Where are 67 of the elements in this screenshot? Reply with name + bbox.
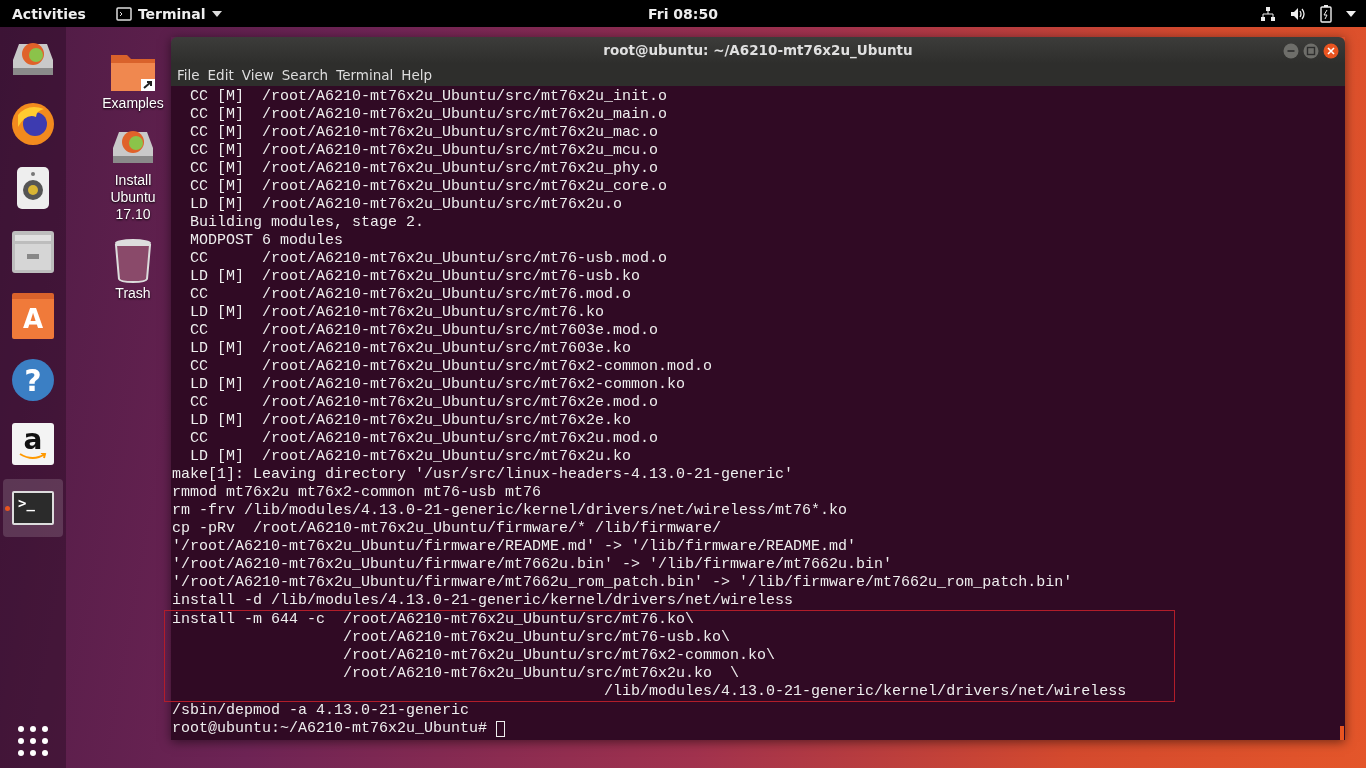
app-grid-icon[interactable] bbox=[18, 726, 48, 756]
file-cabinet-icon[interactable] bbox=[11, 230, 55, 274]
menu-item[interactable]: Help bbox=[399, 66, 439, 83]
shell-prompt: root@ubuntu:~/A6210-mt76x2u_Ubuntu# bbox=[172, 720, 488, 738]
desktop-icon-label[interactable]: Trash bbox=[115, 285, 151, 302]
terminal-line: CC [M] /root/A6210-mt76x2u_Ubuntu/src/mt76x2u_mac.o bbox=[189, 124, 660, 142]
caret-icon[interactable] bbox=[1346, 10, 1356, 17]
terminal-line: CC /root/A6210-mt76x2u_Ubuntu/src/mt7603e.mod.o bbox=[189, 322, 660, 340]
desktop-icon-label[interactable]: Examples bbox=[102, 95, 164, 112]
terminal-line: '/root/A6210-mt76x2u_Ubuntu/firmware/mt7662u_rom_patch.bin' -> '/lib/firmware/mt7662u_rom_patch.bin' bbox=[172, 574, 1074, 592]
terminal-line: '/root/A6210-mt76x2u_Ubuntu/firmware/mt7662u.bin' -> '/lib/firmware/mt7662u.bin' bbox=[172, 556, 894, 574]
network-icon[interactable] bbox=[1260, 5, 1276, 22]
terminal-line: make[1]: Leaving directory '/usr/src/linux-headers-4.13.0-21-generic' bbox=[172, 466, 795, 484]
terminal-line: /root/A6210-mt76x2u_Ubuntu/src/mt76-usb.ko\ bbox=[342, 629, 732, 647]
terminal-line: CC [M] /root/A6210-mt76x2u_Ubuntu/src/mt76x2u_core.o bbox=[189, 178, 669, 196]
app-menu[interactable]: Terminal bbox=[115, 5, 222, 22]
terminal-line: LD [M] /root/A6210-mt76x2u_Ubuntu/src/mt76x2e.ko bbox=[189, 412, 633, 430]
close-button[interactable] bbox=[1323, 43, 1339, 59]
terminal-line: '/root/A6210-mt76x2u_Ubuntu/firmware/README.md' -> '/lib/firmware/README.md' bbox=[172, 538, 858, 556]
text-cursor bbox=[496, 721, 506, 737]
terminal-line: cp -pRv /root/A6210-mt76x2u_Ubuntu/firmware/* /lib/firmware/ bbox=[172, 520, 723, 538]
amazon-icon[interactable]: a bbox=[12, 423, 54, 465]
activities-button[interactable]: Activities bbox=[12, 5, 86, 22]
terminal-line: LD [M] /root/A6210-mt76x2u_Ubuntu/src/mt76-usb.ko bbox=[189, 268, 642, 286]
terminal-line: install -d /lib/modules/4.13.0-21-generic/kernel/drivers/net/wireless bbox=[172, 592, 795, 610]
terminal-line: CC [M] /root/A6210-mt76x2u_Ubuntu/src/mt76x2u_mcu.o bbox=[189, 142, 660, 160]
terminal-line: LD [M] /root/A6210-mt76x2u_Ubuntu/src/mt76x2u.ko bbox=[189, 448, 633, 466]
browser-icon[interactable] bbox=[10, 101, 56, 147]
terminal-line: rmmod mt76x2u mt76x2-common mt76-usb mt76 bbox=[172, 484, 543, 502]
terminal-line: CC /root/A6210-mt76x2u_Ubuntu/src/mt76x2-common.mod.o bbox=[189, 358, 714, 376]
terminal-icon bbox=[115, 6, 132, 21]
menu-item[interactable]: Search bbox=[279, 66, 335, 83]
terminal-line: Building modules, stage 2. bbox=[189, 214, 426, 232]
terminal-line: LD [M] /root/A6210-mt76x2u_Ubuntu/src/mt76x2-common.ko bbox=[189, 376, 687, 394]
terminal-line: /sbin/depmod -a 4.13.0-21-generic bbox=[172, 702, 471, 720]
terminal-icon[interactable]: >_ bbox=[12, 491, 54, 525]
menu-item[interactable]: Terminal bbox=[334, 66, 400, 83]
minimize-button[interactable] bbox=[1283, 43, 1299, 59]
caret-icon bbox=[211, 10, 222, 17]
terminal-line: CC /root/A6210-mt76x2u_Ubuntu/src/mt76-usb.mod.o bbox=[189, 250, 669, 268]
terminal-line: CC [M] /root/A6210-mt76x2u_Ubuntu/src/mt76x2u_init.o bbox=[189, 88, 669, 106]
terminal-line: install -m 644 -c /root/A6210-mt76x2u_Ubuntu/src/mt76.ko\ bbox=[172, 611, 696, 629]
running-indicator bbox=[5, 506, 10, 511]
terminal-line: MODPOST 6 modules bbox=[189, 232, 345, 250]
terminal-line: /root/A6210-mt76x2u_Ubuntu/src/mt76x2u.ko \ bbox=[342, 665, 741, 683]
desktop-icon-label[interactable]: Install Ubuntu 17.10 bbox=[110, 172, 156, 223]
terminal-line: CC /root/A6210-mt76x2u_Ubuntu/src/mt76.mod.o bbox=[189, 286, 633, 304]
terminal-line: LD [M] /root/A6210-mt76x2u_Ubuntu/src/mt76x2u.o bbox=[189, 196, 624, 214]
terminal-line: CC [M] /root/A6210-mt76x2u_Ubuntu/src/mt76x2u_phy.o bbox=[189, 160, 660, 178]
terminal-line: CC [M] /root/A6210-mt76x2u_Ubuntu/src/mt76x2u_main.o bbox=[189, 106, 669, 124]
window-title: root@ubuntu: ~/A6210-mt76x2u_Ubuntu bbox=[603, 42, 913, 59]
clock[interactable]: Fri 08:50 bbox=[648, 5, 718, 22]
terminal-line: rm -frv /lib/modules/4.13.0-21-generic/kernel/drivers/net/wireless/mt76*.ko bbox=[172, 502, 849, 520]
menu-item[interactable]: View bbox=[239, 66, 280, 83]
terminal-line: /lib/modules/4.13.0-21-generic/kernel/drivers/net/wireless bbox=[603, 683, 1128, 701]
menu-item[interactable]: File bbox=[175, 66, 206, 83]
terminal-line: /root/A6210-mt76x2u_Ubuntu/src/mt76x2-common.ko\ bbox=[342, 647, 777, 665]
help-icon[interactable]: ? bbox=[12, 359, 54, 401]
trash-icon[interactable] bbox=[113, 237, 153, 283]
speaker-icon[interactable] bbox=[16, 166, 50, 210]
terminal-line: CC /root/A6210-mt76x2u_Ubuntu/src/mt76x2u.mod.o bbox=[189, 430, 660, 448]
terminal-line: LD [M] /root/A6210-mt76x2u_Ubuntu/src/mt7603e.ko bbox=[189, 340, 633, 358]
terminal-line: LD [M] /root/A6210-mt76x2u_Ubuntu/src/mt76.ko bbox=[189, 304, 606, 322]
battery-icon[interactable] bbox=[1320, 4, 1332, 23]
scrollbar-thumb[interactable] bbox=[1340, 726, 1344, 740]
terminal-line: CC /root/A6210-mt76x2u_Ubuntu/src/mt76x2e.mod.o bbox=[189, 394, 660, 412]
menu-item[interactable]: Edit bbox=[205, 66, 240, 83]
